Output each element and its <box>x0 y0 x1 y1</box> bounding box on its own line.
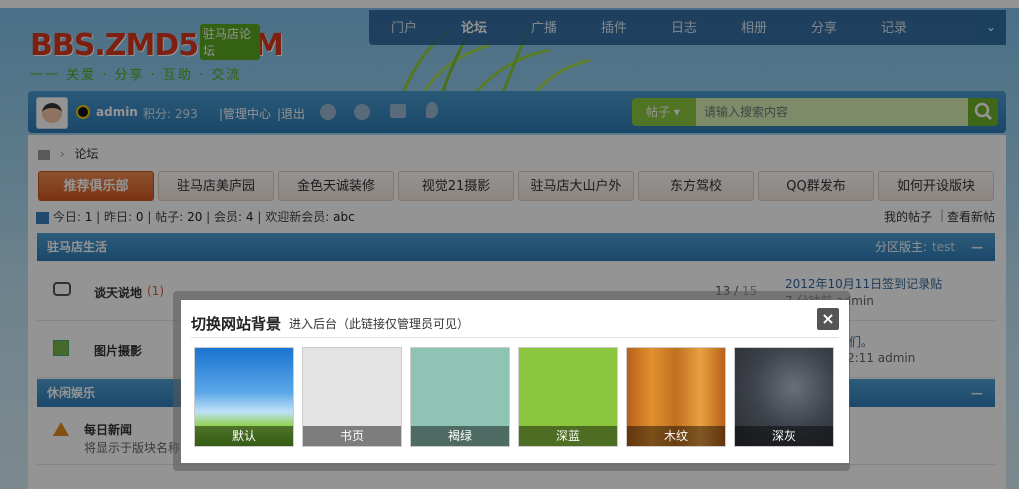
theme-label: 木纹 <box>627 426 725 446</box>
theme-default-thumb[interactable]: 默认 <box>194 347 294 447</box>
close-button[interactable]: × <box>817 308 839 330</box>
theme-label: 书页 <box>303 426 401 446</box>
theme-label: 默认 <box>195 426 293 446</box>
admin-backend-link[interactable]: 进入后台（此链接仅管理员可见） <box>289 315 469 332</box>
theme-deep-blue-thumb[interactable]: 深蓝 <box>518 347 618 447</box>
theme-label: 深灰 <box>735 426 833 446</box>
theme-page-thumb[interactable]: 书页 <box>302 347 402 447</box>
dialog-title: 切换网站背景 <box>191 315 282 333</box>
dialog-divider <box>191 337 839 338</box>
theme-brown-green-thumb[interactable]: 褐绿 <box>410 347 510 447</box>
theme-label: 深蓝 <box>519 426 617 446</box>
theme-wood-thumb[interactable]: 木纹 <box>626 347 726 447</box>
theme-dark-gray-thumb[interactable]: 深灰 <box>734 347 834 447</box>
theme-label: 褐绿 <box>411 426 509 446</box>
